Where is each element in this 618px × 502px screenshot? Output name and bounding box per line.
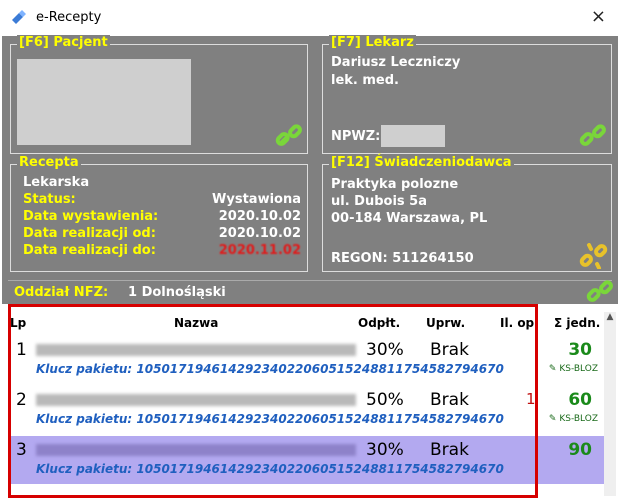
patient-legend: [F6] Pacjent xyxy=(17,35,110,50)
table-header: Lp Nazwa Odpłt. Uprw. Il. op. Σ jedn. xyxy=(6,312,618,334)
prescription-legend: Recepta xyxy=(17,155,81,170)
status-value: Wystawiona xyxy=(212,192,301,207)
table-row[interactable]: 3 30% Brak 90 Klucz pakietu: 10501719461… xyxy=(8,436,606,484)
pill-icon xyxy=(12,10,26,24)
row-payment: 30% xyxy=(366,340,404,360)
doctor-legend: [F7] Lekarz xyxy=(329,35,416,50)
row-ks-bloz[interactable]: ✎ KS-BLOZ xyxy=(549,414,598,424)
link-icon[interactable] xyxy=(579,123,609,149)
provider-name: Praktyka polozne xyxy=(331,177,459,192)
doctor-name: Dariusz Leczniczy xyxy=(331,55,461,70)
row-name-redacted xyxy=(36,394,356,406)
column-odplt[interactable]: Odpłt. xyxy=(358,316,400,330)
window-title: e-Recepty xyxy=(36,10,102,25)
patient-redacted-info xyxy=(17,59,191,145)
column-sum[interactable]: Σ jedn. xyxy=(554,316,600,330)
row-units: 90 xyxy=(568,440,592,460)
row-quantity: 1 xyxy=(526,390,536,408)
column-ilop[interactable]: Il. op. xyxy=(500,316,539,330)
row-name-redacted xyxy=(36,344,356,356)
realization-to-value: 2020.11.02 xyxy=(218,243,301,258)
table-row[interactable]: 1 30% Brak 30 Klucz pakietu: 10501719461… xyxy=(8,336,606,384)
row-payment: 50% xyxy=(366,390,404,410)
close-button[interactable]: × xyxy=(591,6,606,27)
issue-date-value: 2020.10.02 xyxy=(218,209,301,224)
provider-city: 00-184 Warszawa, PL xyxy=(331,211,488,226)
table-scrollbar[interactable] xyxy=(604,312,616,496)
ks-label: KS-BLOZ xyxy=(559,364,598,374)
issue-date-label: Data wystawienia: xyxy=(23,209,159,224)
row-package-key: Klucz pakietu: 1050171946142923402206051… xyxy=(36,462,504,476)
prescription-header-panels: [F6] Pacjent [F7] Lekarz Dariusz Lecznic… xyxy=(2,35,618,304)
link-icon[interactable] xyxy=(275,123,305,149)
table-row[interactable]: 2 50% Brak 1 60 Klucz pakietu: 105017194… xyxy=(8,386,606,434)
provider-legend: [F12] Świadczeniodawca xyxy=(329,155,514,170)
row-payment: 30% xyxy=(366,440,404,460)
row-entitlement: Brak xyxy=(430,390,469,410)
provider-group[interactable]: [F12] Świadczeniodawca Praktyka polozne … xyxy=(322,155,612,272)
prescription-group: Recepta Lekarska Status: Wystawiona Data… xyxy=(10,155,308,272)
row-package-key: Klucz pakietu: 1050171946142923402206051… xyxy=(36,412,504,426)
row-lp: 2 xyxy=(16,390,27,410)
npwz-label: NPWZ: xyxy=(331,129,381,144)
nfz-label: Oddział NFZ: xyxy=(14,285,109,300)
column-nazwa[interactable]: Nazwa xyxy=(174,316,218,330)
row-name-redacted xyxy=(36,444,356,456)
row-package-key: Klucz pakietu: 1050171946142923402206051… xyxy=(36,362,504,376)
doctor-group[interactable]: [F7] Lekarz Dariusz Leczniczy lek. med. … xyxy=(322,35,612,154)
provider-street: ul. Dubois 5a xyxy=(331,194,427,209)
doctor-title: lek. med. xyxy=(331,73,399,88)
nfz-value: 1 Dolnośląski xyxy=(128,285,226,300)
patient-group[interactable]: [F6] Pacjent xyxy=(10,35,308,154)
ks-label: KS-BLOZ xyxy=(559,414,598,424)
column-uprw[interactable]: Uprw. xyxy=(426,316,465,330)
row-entitlement: Brak xyxy=(430,340,469,360)
medication-table: Lp Nazwa Odpłt. Uprw. Il. op. Σ jedn. 1 … xyxy=(0,306,618,502)
realization-from-value: 2020.10.02 xyxy=(218,226,301,241)
row-units: 30 xyxy=(568,340,592,360)
row-units: 60 xyxy=(568,390,592,410)
nfz-bar: Oddział NFZ: 1 Dolnośląski xyxy=(8,280,613,302)
broken-link-icon[interactable] xyxy=(579,243,609,269)
pencil-icon: ✎ xyxy=(548,364,560,374)
realization-from-label: Data realizacji od: xyxy=(23,226,156,241)
column-lp[interactable]: Lp xyxy=(10,316,26,330)
prescription-type: Lekarska xyxy=(23,175,90,190)
title-bar: e-Recepty × xyxy=(0,0,618,36)
link-icon[interactable] xyxy=(586,279,616,305)
provider-regon: REGON: 511264150 xyxy=(331,251,474,266)
scroll-up-icon[interactable]: ▲ xyxy=(604,312,616,326)
status-label: Status: xyxy=(23,192,76,207)
pencil-icon: ✎ xyxy=(548,414,560,424)
row-lp: 1 xyxy=(16,340,27,360)
row-lp: 3 xyxy=(16,440,27,460)
npwz-redacted-value xyxy=(381,125,445,147)
row-entitlement: Brak xyxy=(430,440,469,460)
row-ks-bloz[interactable]: ✎ KS-BLOZ xyxy=(549,364,598,374)
realization-to-label: Data realizacji do: xyxy=(23,243,156,258)
